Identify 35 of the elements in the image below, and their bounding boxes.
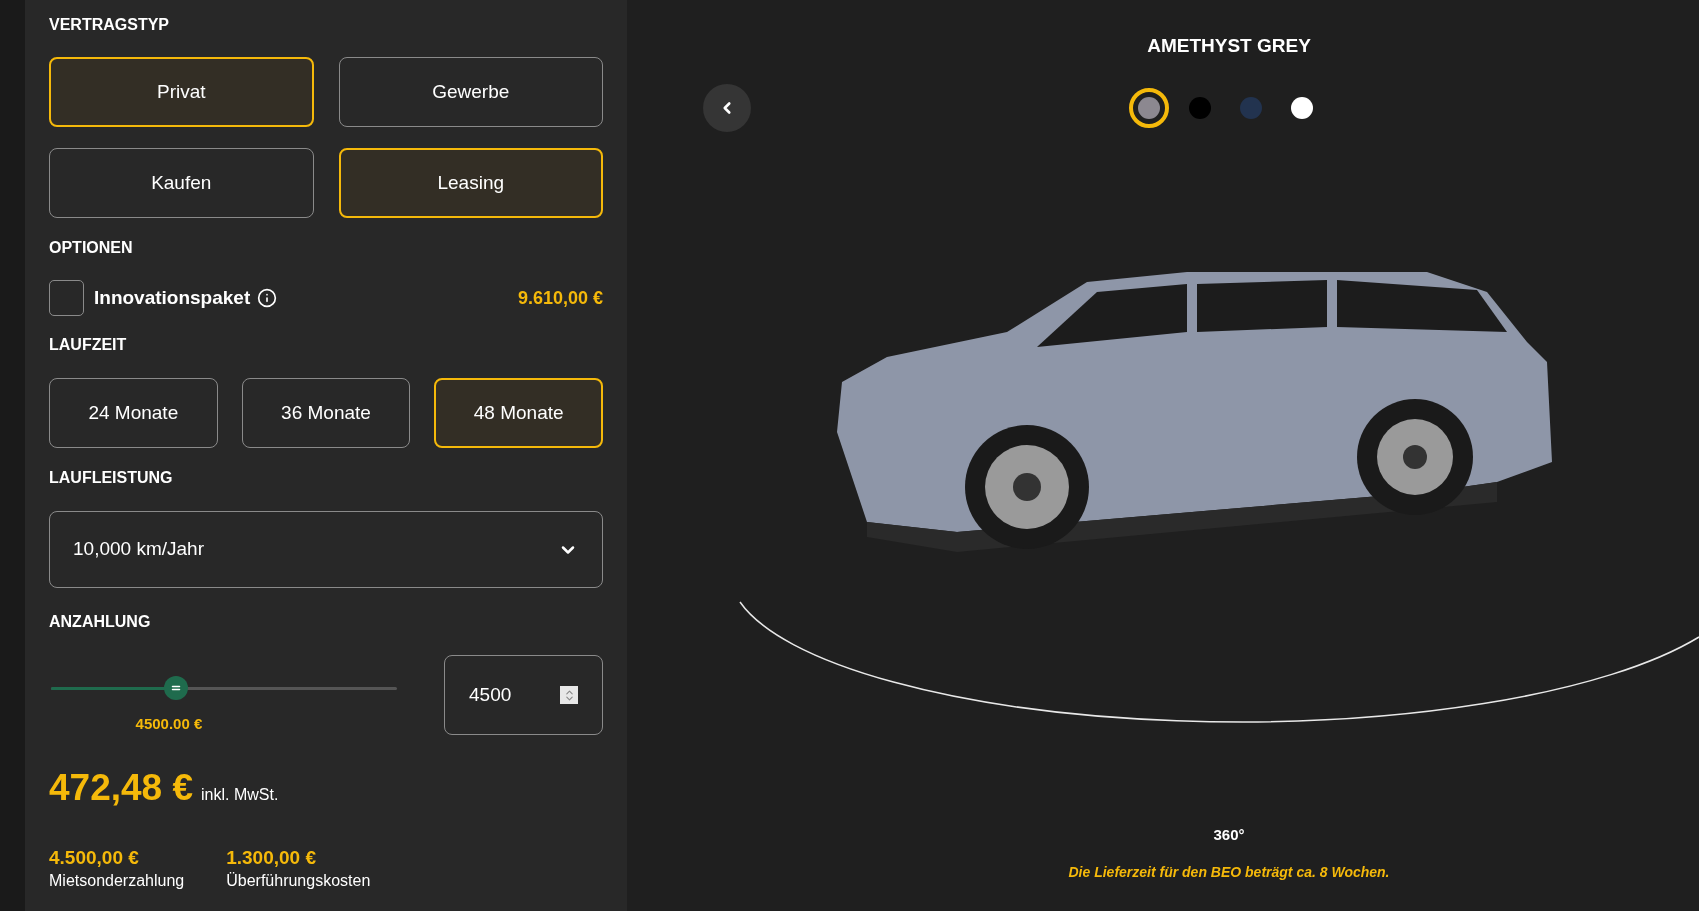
option-button[interactable]: 36 Monate (241, 378, 411, 448)
mileage-select[interactable]: 10,000 km/Jahr (49, 511, 603, 588)
summary-value: 4.500,00 € (49, 845, 140, 870)
section-heading: VERTRAGSTYP (49, 15, 170, 35)
option-button[interactable]: Leasing (338, 148, 603, 218)
spinner-icon[interactable] (560, 686, 578, 704)
back-button[interactable] (703, 84, 751, 132)
slider-value: 4500.00 € (135, 714, 203, 734)
option-button[interactable]: Kaufen (49, 148, 314, 218)
option-button[interactable]: Privat (49, 57, 314, 127)
section-heading: ANZAHLUNG (49, 612, 152, 632)
section-heading: OPTIONEN (49, 238, 134, 258)
option-button[interactable]: 48 Monate (434, 378, 603, 448)
color-swatch[interactable] (1290, 97, 1313, 119)
slider[interactable] (51, 676, 397, 700)
option-price: 9.610,00 € (517, 286, 603, 310)
tax-note: inkl. MwSt. (201, 784, 279, 805)
section-heading: LAUFLEISTUNG (49, 468, 174, 488)
monthly-price: 472,48 € (49, 765, 194, 810)
option-button[interactable]: Gewerbe (338, 57, 603, 127)
color-swatch[interactable] (1239, 97, 1262, 119)
option-button[interactable]: 24 Monate (49, 378, 218, 448)
option-label: Innovationspaket (94, 285, 251, 310)
color-swatch[interactable] (1188, 97, 1211, 119)
summary-label: Mietsonderzahlung (49, 870, 185, 891)
info-icon[interactable] (257, 288, 278, 308)
summary-label: Überführungskosten (226, 870, 371, 891)
delivery-note: Die Lieferzeit für den BEO beträgt ca. 8 Wochen. (1068, 863, 1390, 882)
amount-input[interactable]: 4500 (444, 655, 603, 735)
color-name: AMETHYST GREY (1147, 34, 1311, 58)
section-heading: LAUFZEIT (49, 335, 128, 355)
view-label: 360° (1213, 825, 1245, 845)
checkbox[interactable] (49, 280, 84, 316)
slider-thumb[interactable] (163, 676, 188, 700)
summary-value: 1.300,00 € (226, 845, 317, 870)
